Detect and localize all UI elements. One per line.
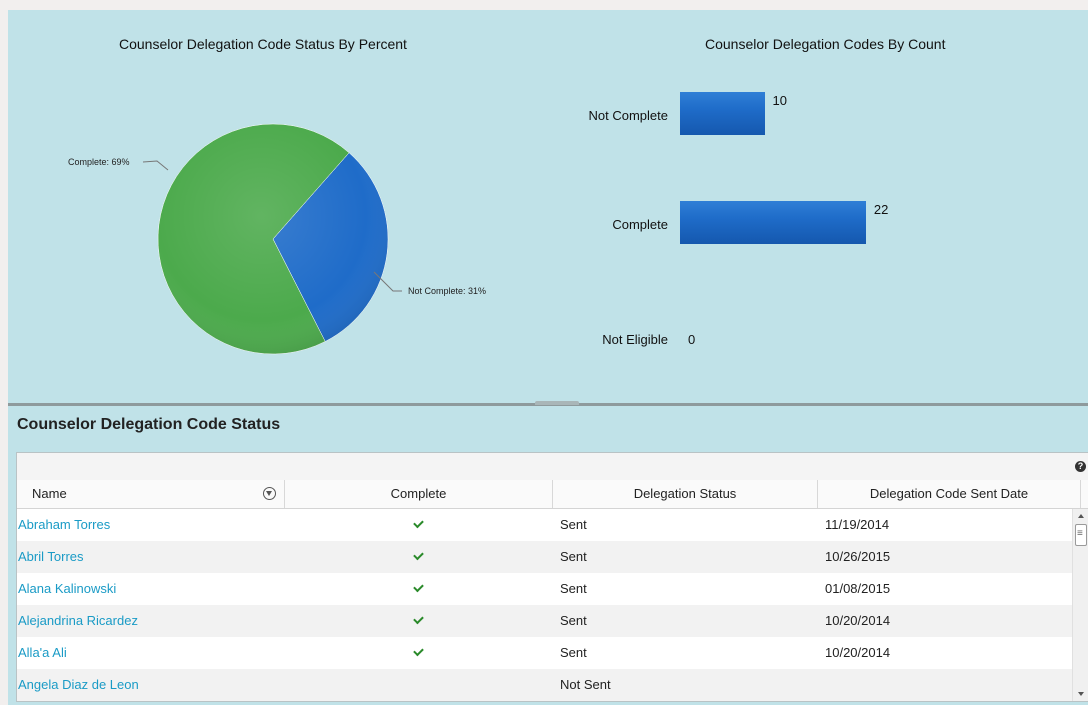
sent-date-cell: 01/08/2015 (825, 581, 891, 596)
name-link[interactable]: Alana Kalinowski (18, 573, 116, 605)
checkmark-icon (413, 517, 424, 529)
sent-date-cell: 11/19/2014 (825, 517, 890, 532)
name-link[interactable]: Angela Diaz de Leon (18, 669, 139, 701)
bar-label-complete: Complete (612, 217, 668, 232)
bar-label-not-complete: Not Complete (588, 108, 668, 123)
checkmark-icon (413, 549, 424, 561)
table-row[interactable]: Angela Diaz de Leon Not Sent (17, 669, 1072, 701)
delegation-status-cell: Sent (560, 581, 587, 596)
table-row[interactable]: Alejandrina Ricardez Sent 10/20/2014 (17, 605, 1072, 637)
table-row[interactable]: Abril Torres Sent 10/26/2015 (17, 541, 1072, 573)
grid-scrollbar[interactable] (1072, 509, 1088, 701)
grid-toolbar: ? (17, 453, 1088, 481)
column-header-status[interactable]: Delegation Status (553, 480, 818, 508)
status-grid: ? Name Complete Delegation Status Delega… (16, 452, 1088, 702)
help-icon[interactable]: ? (1075, 461, 1086, 472)
bar-not-complete[interactable] (680, 92, 765, 135)
bar-complete[interactable] (680, 201, 866, 244)
sent-date-cell: 10/20/2014 (825, 645, 891, 660)
delegation-status-cell: Sent (560, 517, 587, 532)
bar-value-complete: 22 (873, 202, 889, 217)
checkmark-icon (413, 581, 424, 593)
delegation-status-cell: Sent (560, 645, 587, 660)
checkmark-icon (413, 613, 424, 625)
grid-body: Abraham Torres Sent 11/19/2014 Abril Torres… (17, 509, 1072, 701)
bar-chart-title: Counselor Delegation Codes By Count (705, 36, 946, 52)
list-panel: Counselor Delegation Code Status ? Name … (8, 406, 1088, 705)
column-header-complete[interactable]: Complete (285, 480, 553, 508)
charts-panel: Counselor Delegation Code Status By Perc… (8, 10, 1088, 403)
name-link[interactable]: Alejandrina Ricardez (18, 605, 138, 637)
column-header-name[interactable]: Name (17, 480, 285, 508)
column-header-date[interactable]: Delegation Code Sent Date (818, 480, 1081, 508)
table-row[interactable]: Alla'a Ali Sent 10/20/2014 (17, 637, 1072, 669)
scroll-down-arrow-icon[interactable] (1078, 692, 1084, 696)
bar-label-not-eligible: Not Eligible (602, 332, 668, 347)
scroll-thumb[interactable] (1075, 524, 1087, 546)
table-row[interactable]: Abraham Torres Sent 11/19/2014 (17, 509, 1072, 541)
delegation-status-cell: Not Sent (560, 677, 611, 692)
splitter-handle[interactable] (535, 401, 579, 405)
column-header-name-label: Name (32, 486, 67, 501)
pie-chart: Complete: 69% Not Complete: 31% (68, 123, 486, 355)
delegation-status-cell: Sent (560, 613, 587, 628)
checkmark-icon (413, 645, 424, 657)
filter-icon[interactable] (263, 487, 276, 500)
name-link[interactable]: Abraham Torres (18, 509, 110, 541)
pie-label-complete: Complete: 69% (68, 157, 130, 167)
grid-header: Name Complete Delegation Status Delegati… (17, 480, 1088, 509)
bar-value-not-eligible: 0 (688, 332, 696, 347)
name-link[interactable]: Abril Torres (18, 541, 84, 573)
sent-date-cell: 10/20/2014 (825, 613, 891, 628)
pie-label-not-complete: Not Complete: 31% (408, 286, 486, 296)
complete-leader-line (142, 160, 169, 171)
section-title: Counselor Delegation Code Status (17, 416, 281, 433)
bar-value-not-complete: 10 (772, 93, 787, 108)
name-link[interactable]: Alla'a Ali (18, 637, 67, 669)
pie-shading (158, 124, 388, 354)
delegation-status-cell: Sent (560, 549, 587, 564)
scroll-up-arrow-icon[interactable] (1078, 514, 1084, 518)
sent-date-cell: 10/26/2015 (825, 549, 891, 564)
table-row[interactable]: Alana Kalinowski Sent 01/08/2015 (17, 573, 1072, 605)
